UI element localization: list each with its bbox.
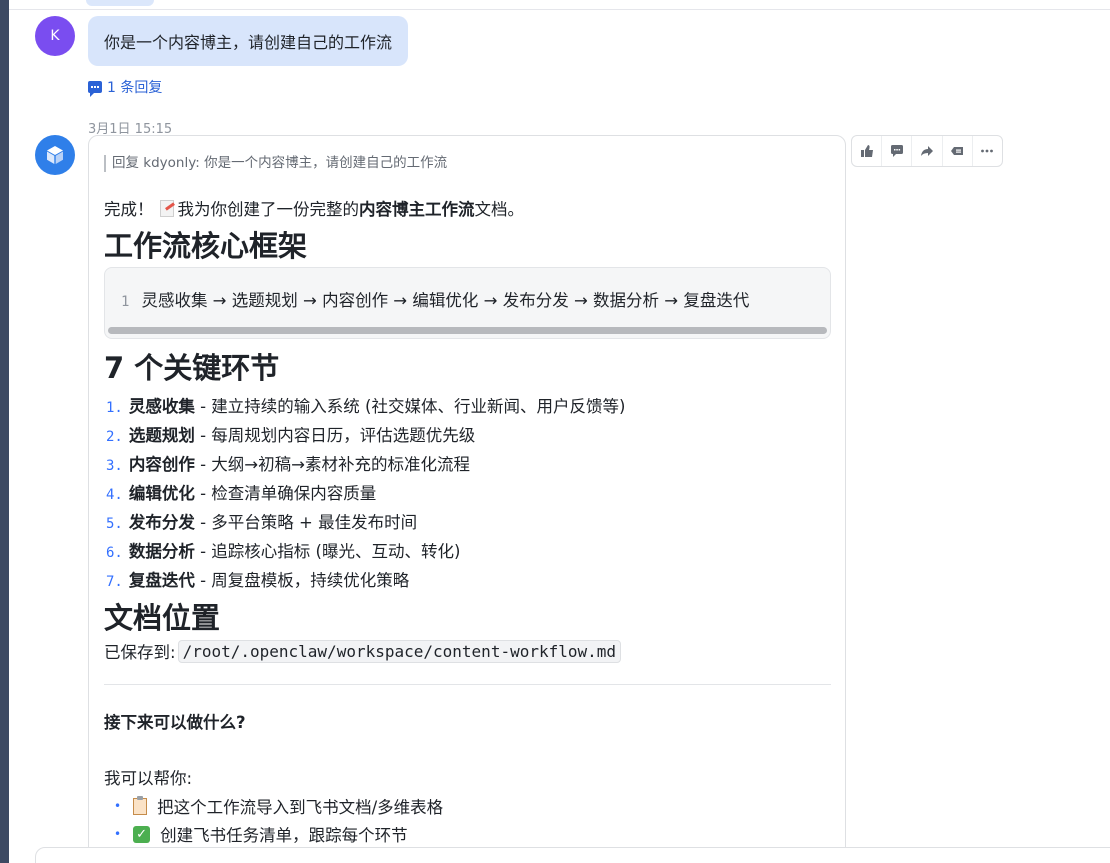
comment-icon: [890, 145, 903, 157]
user-message-bubble: 你是一个内容博主，请创建自己的工作流: [88, 16, 409, 66]
check-box-icon: ✓: [133, 825, 151, 843]
list-item: • 把这个工作流导入到飞书文档/多维表格: [114, 792, 443, 820]
list-item: 2. 选题规划 - 每周规划内容日历，评估选题优先级: [106, 422, 625, 451]
list-item: 4. 编辑优化 - 检查清单确保内容质量: [106, 480, 625, 509]
cube-icon: [47, 146, 63, 164]
message-input[interactable]: [35, 847, 1110, 863]
list-item: 1. 灵感收集 - 建立持续的输入系统 (社交媒体、行业新闻、用户反馈等): [106, 393, 625, 422]
step-title: 复盘迭代: [128, 571, 195, 590]
steps-list: 1. 灵感收集 - 建立持续的输入系统 (社交媒体、行业新闻、用户反馈等) 2. 选…: [106, 393, 625, 596]
bot-avatar[interactable]: [35, 135, 75, 175]
previous-message-stub: [86, 0, 154, 6]
help-item-text: 把这个工作流导入到飞书文档/多维表格: [157, 798, 444, 817]
thread-reply-link[interactable]: 1 条回复: [88, 77, 162, 97]
intro-bold: 内容博主工作流: [359, 200, 475, 219]
next-steps-title: 接下来可以做什么?: [104, 713, 246, 732]
step-title: 数据分析: [128, 542, 195, 561]
thumbs-up-icon: [860, 145, 873, 157]
bullet: •: [114, 799, 122, 813]
reply-count-label: 1 条回复: [107, 80, 163, 96]
step-number: 1.: [106, 400, 123, 416]
quoted-reply: 回复 kdyonly: 你是一个内容博主，请创建自己的工作流: [104, 155, 447, 172]
step-number: 5.: [106, 516, 123, 532]
step-title: 编辑优化: [128, 484, 195, 503]
help-label: 我可以帮你:: [104, 769, 193, 788]
comment-icon: [88, 81, 102, 97]
help-item-text: 创建飞书任务清单，跟踪每个环节: [160, 826, 408, 845]
list-item: • ✓ 创建飞书任务清单，跟踪每个环节: [114, 820, 443, 848]
step-title: 灵感收集: [128, 397, 195, 416]
step-desc: - 周复盘模板，持续优化策略: [194, 571, 410, 590]
user-avatar-initial: K: [50, 28, 60, 44]
step-desc: - 每周规划内容日历，评估选题优先级: [194, 426, 476, 445]
quote-reply-icon: [951, 147, 964, 155]
step-desc: - 大纲→初稿→素材补充的标准化流程: [194, 455, 470, 474]
step-title: 内容创作: [128, 455, 195, 474]
saved-location: 已保存到: /root/.openclaw/workspace/content-…: [104, 639, 622, 663]
horizontal-scrollbar[interactable]: [108, 327, 827, 334]
comment-button[interactable]: [882, 136, 913, 166]
clipboard-icon: [133, 795, 148, 815]
list-item: 5. 发布分发 - 多平台策略 + 最佳发布时间: [106, 509, 625, 538]
bullet: •: [114, 827, 122, 841]
intro-middle: 我为你创建了一份完整的: [177, 200, 360, 219]
step-desc: - 检查清单确保内容质量: [194, 484, 377, 503]
document-icon: [159, 200, 174, 217]
horizontal-rule: [104, 684, 831, 685]
step-desc: - 追踪核心指标 (曝光、互动、转化): [194, 542, 461, 561]
saved-label: 已保存到:: [104, 643, 176, 662]
forward-icon: [921, 146, 933, 156]
code-line: 1 灵感收集 → 选题规划 → 内容创作 → 编辑优化 → 发布分发 → 数据分析…: [121, 287, 749, 311]
intro-suffix: 文档。: [474, 200, 525, 219]
step-number: 7.: [106, 574, 123, 590]
saved-path: /root/.openclaw/workspace/content-workfl…: [177, 639, 622, 663]
user-message-text: 你是一个内容博主，请创建自己的工作流: [104, 33, 393, 52]
step-number: 3.: [106, 458, 123, 474]
code-block: 1 灵感收集 → 选题规划 → 内容创作 → 编辑优化 → 发布分发 → 数据分析…: [104, 267, 831, 339]
step-title: 发布分发: [128, 513, 195, 532]
left-rail: [0, 0, 9, 863]
code-line-number: 1: [121, 294, 130, 310]
bot-message-card: 回复 kdyonly: 你是一个内容博主，请创建自己的工作流 完成！ 我为你创建了…: [88, 135, 846, 863]
step-number: 6.: [106, 545, 123, 561]
top-divider: [9, 9, 1110, 10]
step-title: 选题规划: [128, 426, 195, 445]
step-desc: - 建立持续的输入系统 (社交媒体、行业新闻、用户反馈等): [194, 397, 626, 416]
quote-reply-button[interactable]: [943, 136, 973, 166]
list-item: 6. 数据分析 - 追踪核心指标 (曝光、互动、转化): [106, 538, 625, 567]
code-text: 灵感收集 → 选题规划 → 内容创作 → 编辑优化 → 发布分发 → 数据分析 …: [141, 291, 750, 310]
more-icon: [981, 149, 994, 153]
section-title-framework: 工作流核心框架: [104, 229, 308, 263]
step-desc: - 多平台策略 + 最佳发布时间: [194, 513, 418, 532]
section-title-location: 文档位置: [104, 601, 221, 635]
more-button[interactable]: [973, 136, 1002, 166]
help-list: • 把这个工作流导入到飞书文档/多维表格 • ✓ 创建飞书任务清单，跟踪每个环节: [114, 792, 443, 848]
list-item: 7. 复盘迭代 - 周复盘模板，持续优化策略: [106, 567, 625, 596]
intro-prefix: 完成！: [104, 200, 154, 219]
step-number: 2.: [106, 429, 123, 445]
like-button[interactable]: [852, 136, 883, 166]
forward-button[interactable]: [912, 136, 943, 166]
message-action-bar: [851, 135, 1003, 167]
step-number: 4.: [106, 487, 123, 503]
section-title-steps: 7 个关键环节: [104, 351, 280, 385]
user-avatar[interactable]: K: [35, 16, 75, 56]
intro-text: 完成！ 我为你创建了一份完整的内容博主工作流文档。: [104, 196, 524, 220]
list-item: 3. 内容创作 - 大纲→初稿→素材补充的标准化流程: [106, 451, 625, 480]
